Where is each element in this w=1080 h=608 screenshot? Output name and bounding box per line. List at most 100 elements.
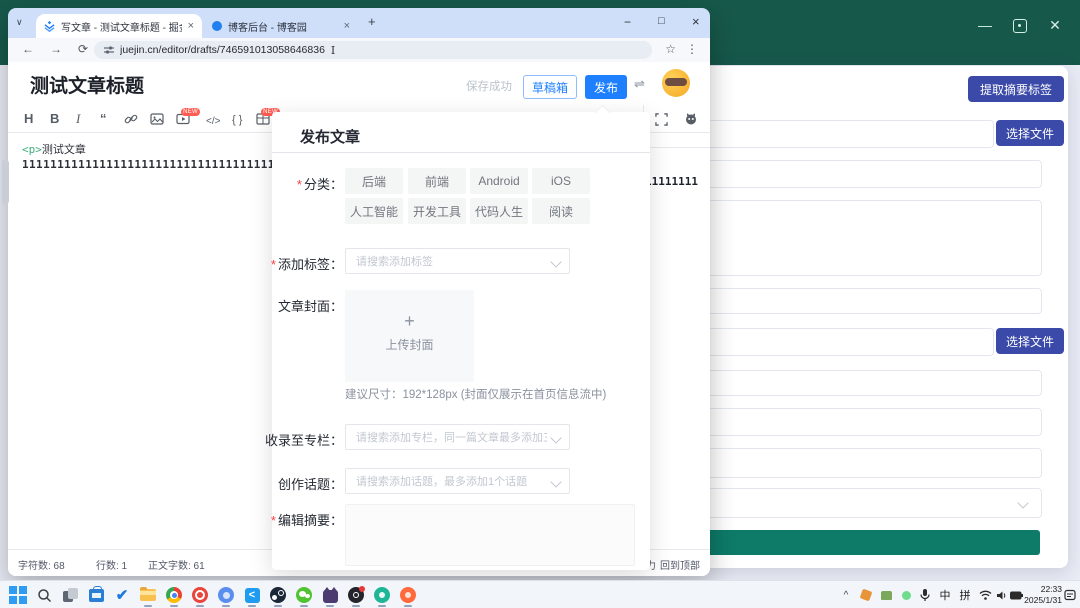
summary-textarea[interactable] <box>345 504 635 566</box>
topic-select[interactable]: 请搜索添加话题，最多添加1个话题 <box>345 468 570 494</box>
steam-icon[interactable] <box>266 583 290 607</box>
italic-button[interactable]: I <box>76 111 80 126</box>
site-settings-icon[interactable] <box>104 45 114 55</box>
music-app-icon[interactable] <box>344 583 368 607</box>
new-badge: NEW <box>181 108 200 116</box>
sync-swap-icon[interactable]: ⇌ <box>634 76 645 92</box>
inline-code-button[interactable]: { } <box>232 113 242 128</box>
cover-upload-box[interactable]: + 上传封面 <box>345 290 474 382</box>
file-explorer-icon[interactable] <box>136 583 160 607</box>
orange-app-icon[interactable] <box>396 583 420 607</box>
choose-file-button-1[interactable]: 选择文件 <box>996 120 1064 146</box>
form-field-5[interactable] <box>702 448 1042 478</box>
submit-post-button[interactable] <box>702 530 1040 555</box>
checkmark-app-icon[interactable]: ✔ <box>110 583 134 607</box>
form-field-4[interactable] <box>702 408 1042 436</box>
browser-menu-icon[interactable]: ⋮ <box>686 42 698 56</box>
category-chip-reading[interactable]: 阅读 <box>532 198 590 224</box>
article-title-input[interactable]: 测试文章标题 <box>30 71 144 98</box>
category-label: *分类： <box>297 174 343 193</box>
extract-summary-tags-button[interactable]: 提取摘要标签 <box>968 76 1064 102</box>
bold-button[interactable]: B <box>50 111 59 126</box>
category-chip-ios[interactable]: iOS <box>532 168 590 194</box>
microphone-icon[interactable] <box>916 583 934 607</box>
bg-capture-icon[interactable] <box>1013 19 1027 33</box>
window-minimize-button[interactable]: − <box>624 15 631 29</box>
ime-language-indicator[interactable]: 中 <box>936 583 954 607</box>
tab-cnblogs-admin[interactable]: 博客后台 - 博客园 × <box>204 14 358 38</box>
save-status: 保存成功 <box>466 78 512 94</box>
dialog-title: 发布文章 <box>300 126 360 147</box>
chrome-icon[interactable] <box>162 583 186 607</box>
form-field-2[interactable] <box>702 288 1042 314</box>
image-button[interactable] <box>150 112 164 126</box>
reload-button[interactable]: ⟳ <box>78 42 88 56</box>
red-app-icon[interactable] <box>188 583 212 607</box>
github-icon[interactable] <box>684 112 698 126</box>
category-chip-android[interactable]: Android <box>470 168 528 194</box>
cat-app-icon[interactable] <box>318 583 342 607</box>
draft-box-button[interactable]: 草稿箱 <box>523 75 577 99</box>
code-block-button[interactable]: </> <box>206 114 220 129</box>
tray-time: 22:33 <box>1016 584 1062 595</box>
bookmark-star-icon[interactable]: ☆ <box>665 42 676 56</box>
tray-icon-1[interactable] <box>858 583 874 607</box>
scrollbar-thumb[interactable] <box>2 160 9 204</box>
choose-file-button-2[interactable]: 选择文件 <box>996 328 1064 354</box>
tray-expand-chevron[interactable]: ^ <box>838 583 854 607</box>
window-maximize-button[interactable]: □ <box>658 15 665 27</box>
wifi-icon[interactable] <box>976 583 994 607</box>
category-chip-ai[interactable]: 人工智能 <box>345 198 403 224</box>
bg-minimize-button[interactable]: — <box>972 17 998 33</box>
new-tab-button[interactable]: + <box>368 14 376 29</box>
category-chip-codelife[interactable]: 代码人生 <box>470 198 528 224</box>
tab-search-chevron-icon[interactable]: ∨ <box>16 17 23 28</box>
fullscreen-icon[interactable] <box>655 113 668 126</box>
avatar[interactable] <box>662 69 690 97</box>
url-text[interactable]: juejin.cn/editor/drafts/7465910130586468… <box>120 44 325 56</box>
form-field-1[interactable] <box>702 160 1042 188</box>
category-chip-devtools[interactable]: 开发工具 <box>408 198 466 224</box>
clock[interactable]: 22:33 2025/1/31 <box>1016 584 1062 605</box>
heading-button[interactable]: H <box>24 111 33 126</box>
label-text: 添加标签： <box>278 257 343 272</box>
teal-app-icon[interactable] <box>370 583 394 607</box>
tag-select[interactable]: 请搜索添加标签 <box>345 248 570 274</box>
vscode-icon[interactable]: < <box>240 583 264 607</box>
tab-close-icon[interactable]: × <box>188 20 194 32</box>
tab-close-icon[interactable]: × <box>344 20 350 32</box>
file-path-input-2[interactable] <box>702 328 994 356</box>
video-button[interactable]: NEW <box>176 112 190 131</box>
publish-dialog: 发布文章 *分类： 后端 前端 Android iOS 人工智能 开发工具 代码… <box>272 112 650 570</box>
bg-close-button[interactable]: ✕ <box>1042 17 1068 34</box>
forward-button[interactable]: → <box>50 42 62 56</box>
column-select[interactable]: 请搜索添加专栏，同一篇文章最多添加三个专栏 <box>345 424 570 450</box>
blue-gear-app-icon[interactable] <box>214 583 238 607</box>
tray-icon-2[interactable] <box>878 583 894 607</box>
back-button[interactable]: ← <box>22 42 34 56</box>
search-button[interactable] <box>32 583 56 607</box>
start-button[interactable] <box>6 583 30 607</box>
tray-icon-3[interactable] <box>898 583 914 607</box>
notification-bell-icon[interactable] <box>1062 583 1078 607</box>
link-button[interactable] <box>124 112 138 126</box>
search-icon <box>37 588 52 603</box>
window-close-button[interactable]: × <box>692 14 700 29</box>
table-button[interactable]: NEW <box>256 112 270 131</box>
category-chip-backend[interactable]: 后端 <box>345 168 403 194</box>
store-icon[interactable] <box>84 583 108 607</box>
address-bar[interactable]: juejin.cn/editor/drafts/7465910130586468… <box>94 41 652 59</box>
back-to-top-button[interactable]: 回到顶部 <box>660 557 700 572</box>
form-field-3[interactable] <box>702 370 1042 396</box>
form-textarea-1[interactable] <box>702 200 1042 276</box>
wechat-icon[interactable] <box>292 583 316 607</box>
juejin-favicon <box>44 21 55 32</box>
form-select[interactable] <box>702 488 1042 518</box>
task-view-button[interactable] <box>58 583 82 607</box>
publish-button[interactable]: 发布 <box>585 75 627 99</box>
tab-juejin-editor[interactable]: 写文章 - 测试文章标题 - 掘金 × <box>36 14 202 38</box>
file-path-input-1[interactable] <box>702 120 994 148</box>
category-chip-frontend[interactable]: 前端 <box>408 168 466 194</box>
ime-pinyin-indicator[interactable]: 拼 <box>956 583 974 607</box>
blockquote-button[interactable]: “ <box>100 111 107 126</box>
